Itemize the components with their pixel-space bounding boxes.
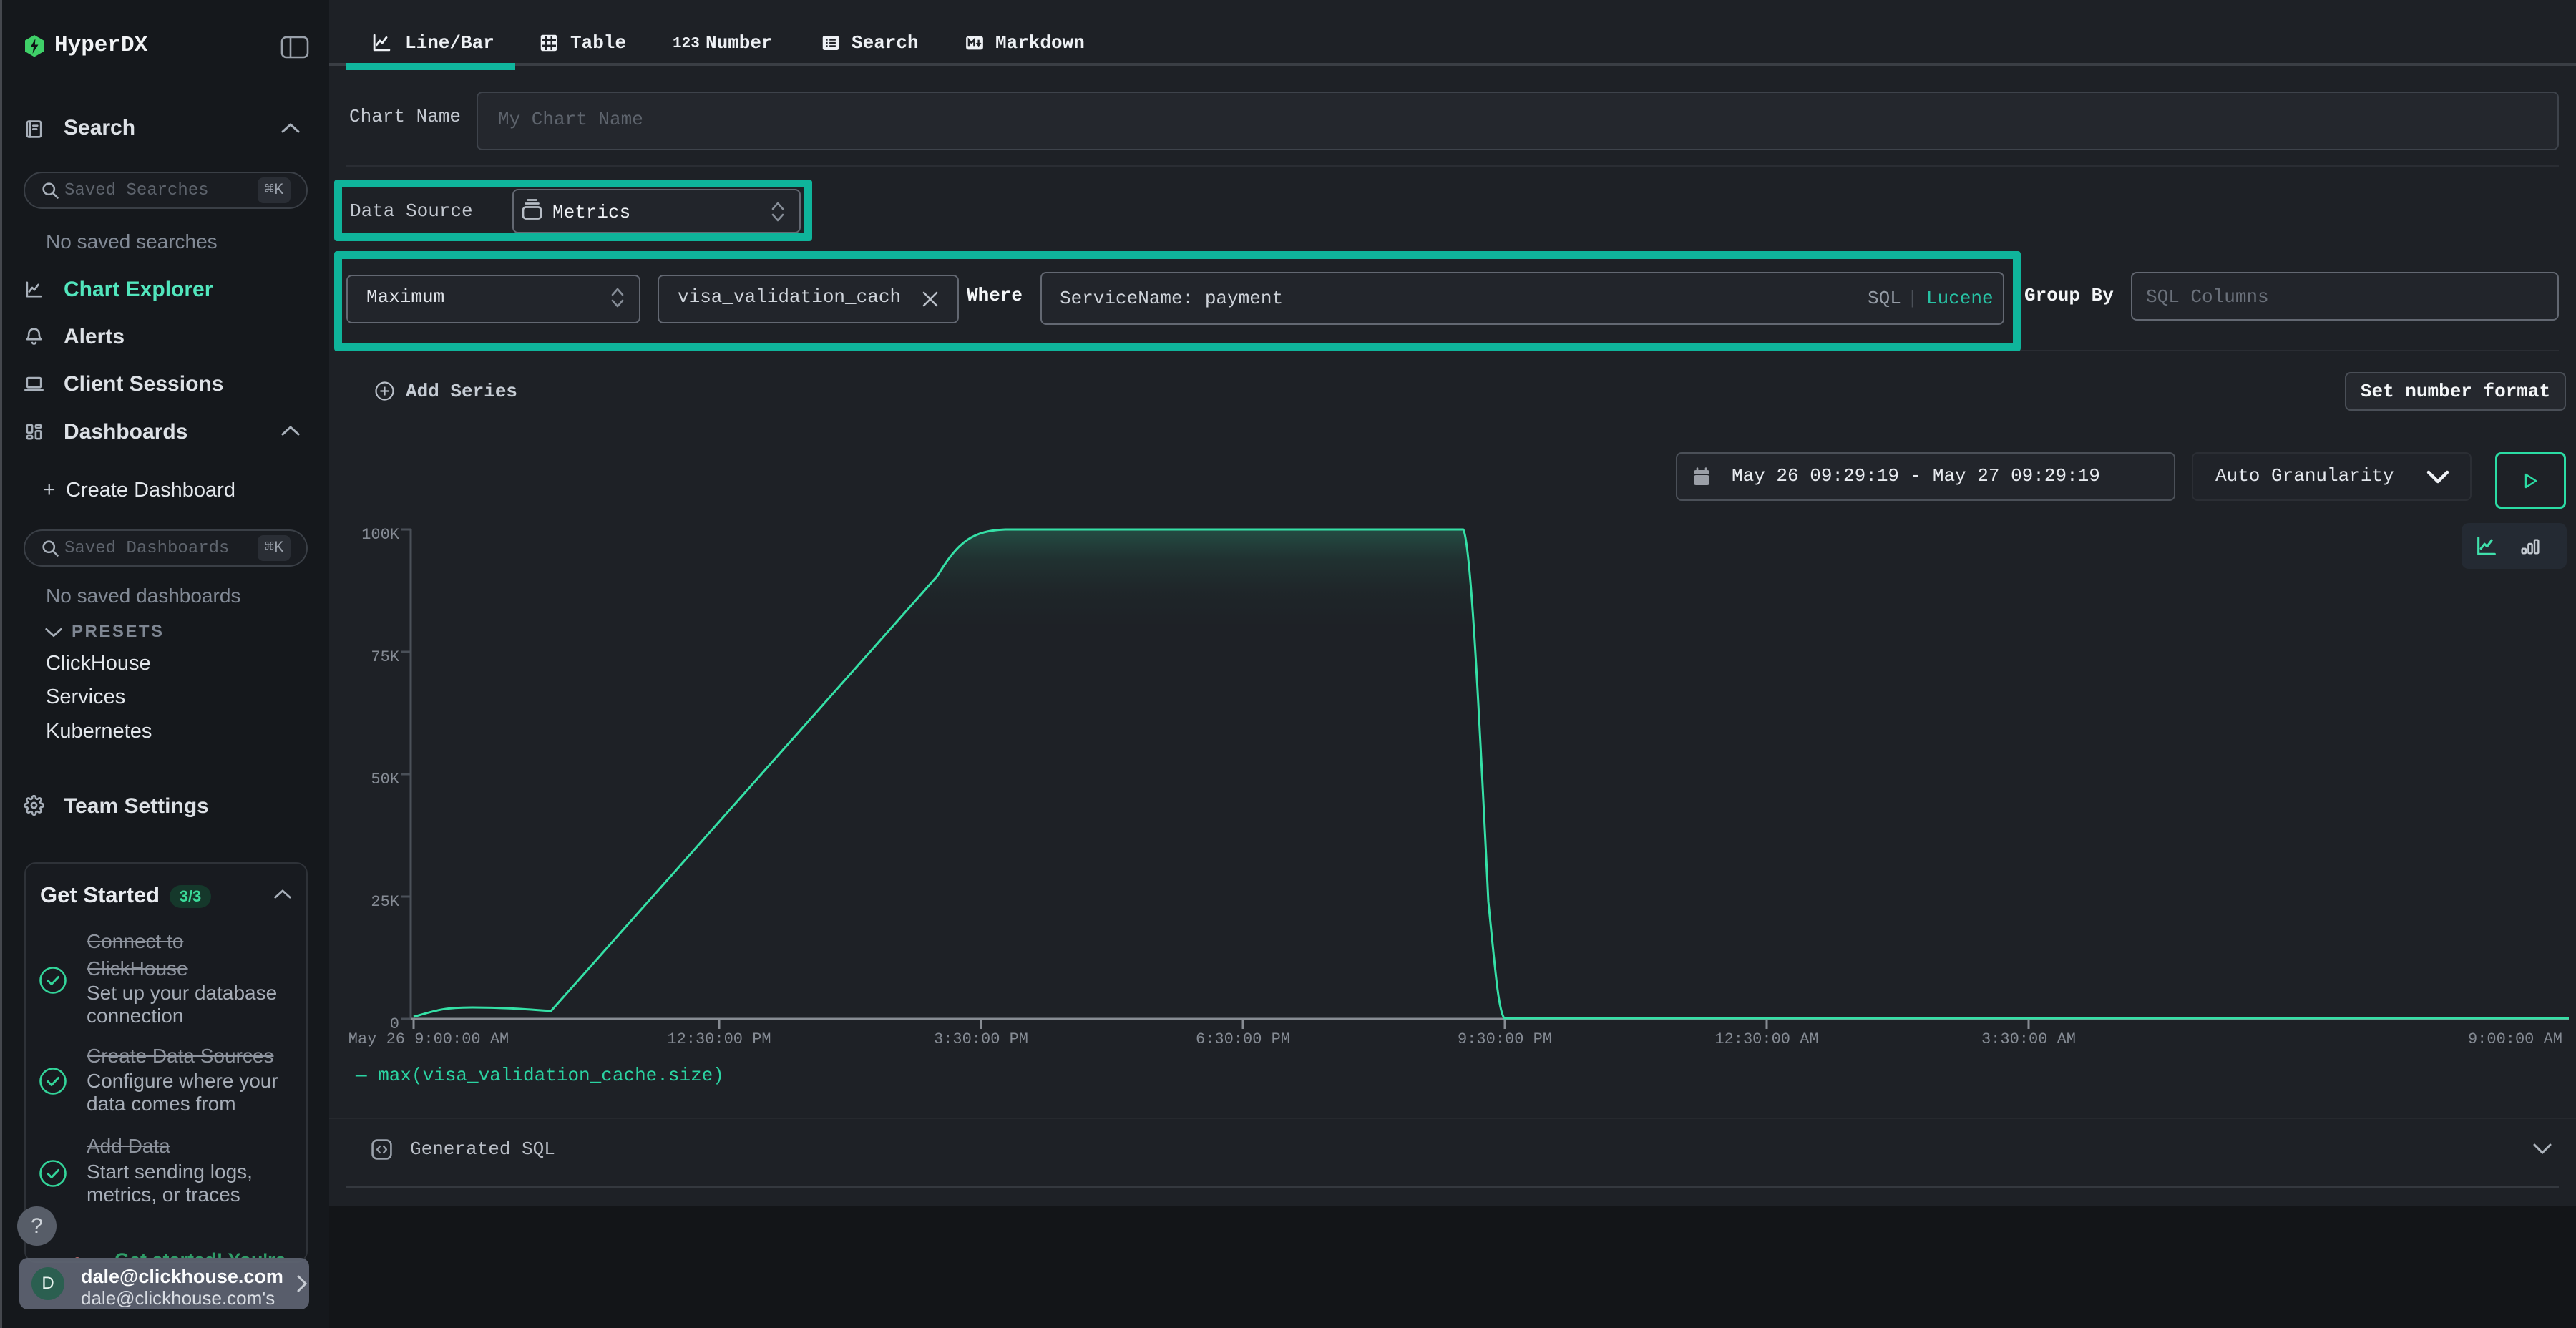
svg-text:12:30:00 PM: 12:30:00 PM (667, 1030, 771, 1048)
svg-text:100K: 100K (361, 526, 400, 544)
svg-text:50K: 50K (371, 771, 399, 788)
svg-text:9:30:00 PM: 9:30:00 PM (1458, 1030, 1552, 1048)
svg-text:75K: 75K (371, 648, 399, 666)
svg-text:6:30:00 PM: 6:30:00 PM (1196, 1030, 1290, 1048)
svg-text:3:30:00 PM: 3:30:00 PM (934, 1030, 1028, 1048)
svg-text:3:30:00 AM: 3:30:00 AM (1981, 1030, 2076, 1048)
svg-text:12:30:00 AM: 12:30:00 AM (1714, 1030, 1818, 1048)
svg-text:25K: 25K (371, 893, 399, 911)
svg-text:May 26 9:00:00 AM: May 26 9:00:00 AM (348, 1030, 509, 1048)
svg-text:9:00:00 AM: 9:00:00 AM (2468, 1030, 2562, 1048)
